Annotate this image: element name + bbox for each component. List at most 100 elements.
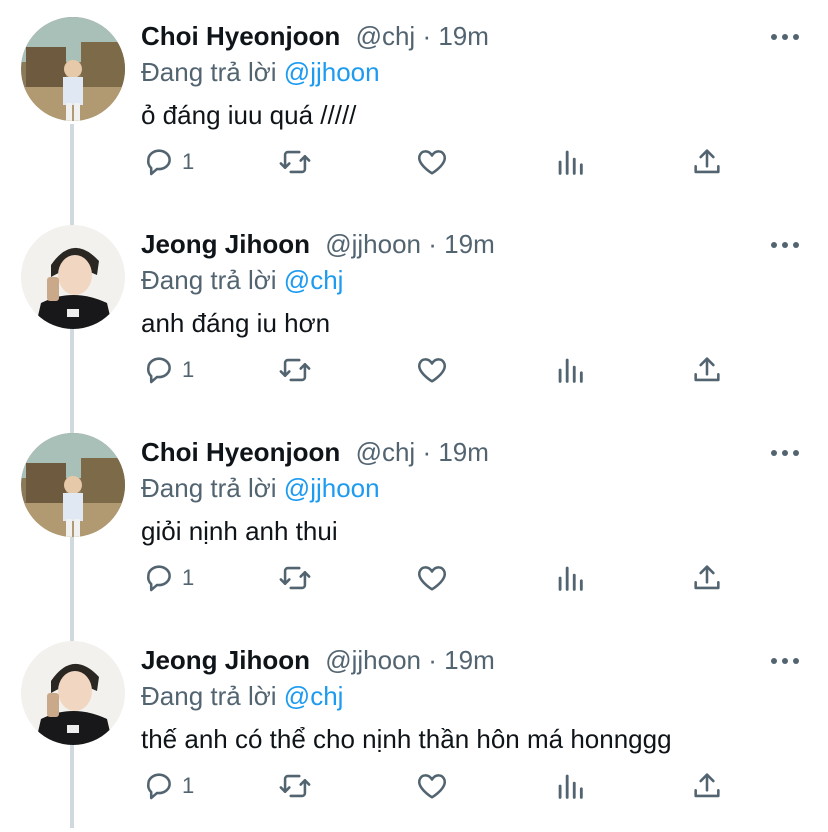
action-bar: 1 xyxy=(0,558,828,598)
tweet-text: anh đáng iu hơn xyxy=(141,308,331,338)
mention-link[interactable]: @chj xyxy=(284,265,344,295)
replying-to: Đang trả lời @jjhoon xyxy=(141,55,380,89)
tweet-text: ỏ đáng iuu quá ///// xyxy=(141,100,357,130)
timestamp[interactable]: 19m xyxy=(444,645,495,675)
share-icon xyxy=(694,565,720,590)
like-button[interactable] xyxy=(415,142,449,182)
heart-icon xyxy=(418,566,446,591)
heart-icon xyxy=(418,358,446,383)
retweet-icon xyxy=(279,150,311,174)
reply-count: 1 xyxy=(182,357,195,382)
like-button[interactable] xyxy=(415,350,449,390)
username[interactable]: @chj xyxy=(356,21,416,51)
display-name[interactable]: Choi Hyeonjoon xyxy=(141,437,340,467)
reply-icon xyxy=(147,565,171,592)
avatar[interactable] xyxy=(21,641,125,745)
tweet-text: giỏi nịnh anh thui xyxy=(141,516,338,546)
share-icon xyxy=(694,773,720,798)
share-icon xyxy=(694,149,720,174)
share-button[interactable] xyxy=(690,558,724,598)
reply-button[interactable]: 1 xyxy=(142,350,194,390)
separator-dot: · xyxy=(422,437,439,467)
avatar[interactable] xyxy=(21,225,125,329)
username[interactable]: @jjhoon xyxy=(325,645,421,675)
views-button[interactable] xyxy=(553,766,587,806)
replying-to: Đang trả lời @jjhoon xyxy=(141,471,380,505)
action-bar: 1 xyxy=(0,766,828,806)
tweet-header: Jeong Jihoon @jjhoon · 19m xyxy=(141,643,495,677)
tweet[interactable]: Choi Hyeonjoon @chj · 19m Đang trả lời @… xyxy=(0,0,828,208)
mention-link[interactable]: @jjhoon xyxy=(284,57,380,87)
retweet-button[interactable] xyxy=(278,558,312,598)
analytics-icon xyxy=(558,150,583,175)
timestamp[interactable]: 19m xyxy=(444,229,495,259)
tweet[interactable]: Jeong Jihoon @jjhoon · 19m Đang trả lời … xyxy=(0,624,828,832)
retweet-button[interactable] xyxy=(278,766,312,806)
reply-count: 1 xyxy=(182,773,195,798)
retweet-button[interactable] xyxy=(278,350,312,390)
avatar[interactable] xyxy=(21,433,125,537)
tweet-header: Choi Hyeonjoon @chj · 19m xyxy=(141,19,489,53)
reply-icon xyxy=(147,773,171,800)
reply-button[interactable]: 1 xyxy=(142,766,194,806)
display-name[interactable]: Jeong Jihoon xyxy=(141,229,310,259)
replying-to-label: Đang trả lời xyxy=(141,681,277,711)
retweet-icon xyxy=(279,358,311,382)
action-bar: 1 xyxy=(0,350,828,390)
replying-to-label: Đang trả lời xyxy=(141,473,277,503)
more-button[interactable] xyxy=(768,230,802,260)
share-button[interactable] xyxy=(690,766,724,806)
reply-count: 1 xyxy=(182,565,195,590)
mention-link[interactable]: @jjhoon xyxy=(284,473,380,503)
views-button[interactable] xyxy=(553,350,587,390)
like-button[interactable] xyxy=(415,558,449,598)
reply-button[interactable]: 1 xyxy=(142,558,194,598)
replying-to: Đang trả lời @chj xyxy=(141,679,343,713)
share-button[interactable] xyxy=(690,142,724,182)
reply-count: 1 xyxy=(182,149,195,174)
more-button[interactable] xyxy=(768,646,802,676)
tweet-header: Jeong Jihoon @jjhoon · 19m xyxy=(141,227,495,261)
display-name[interactable]: Jeong Jihoon xyxy=(141,645,310,675)
replying-to: Đang trả lời @chj xyxy=(141,263,343,297)
more-icon xyxy=(771,34,799,40)
views-button[interactable] xyxy=(553,142,587,182)
tweet-text: thế anh có thể cho nịnh thần hôn má honn… xyxy=(141,724,672,754)
separator-dot: · xyxy=(422,21,439,51)
mention-link[interactable]: @chj xyxy=(284,681,344,711)
analytics-icon xyxy=(558,774,583,799)
more-icon xyxy=(771,450,799,456)
action-bar: 1 xyxy=(0,142,828,182)
reply-icon xyxy=(147,357,171,384)
views-button[interactable] xyxy=(553,558,587,598)
tweet-header: Choi Hyeonjoon @chj · 19m xyxy=(141,435,489,469)
timestamp[interactable]: 19m xyxy=(438,21,489,51)
retweet-icon xyxy=(279,774,311,798)
tweet[interactable]: Jeong Jihoon @jjhoon · 19m Đang trả lời … xyxy=(0,208,828,416)
separator-dot: · xyxy=(428,645,445,675)
analytics-icon xyxy=(558,358,583,383)
timestamp[interactable]: 19m xyxy=(438,437,489,467)
analytics-icon xyxy=(558,566,583,591)
tweet[interactable]: Choi Hyeonjoon @chj · 19m Đang trả lời @… xyxy=(0,416,828,624)
avatar[interactable] xyxy=(21,17,125,121)
replying-to-label: Đang trả lời xyxy=(141,265,277,295)
more-button[interactable] xyxy=(768,22,802,52)
like-button[interactable] xyxy=(415,766,449,806)
more-icon xyxy=(771,242,799,248)
retweet-icon xyxy=(279,566,311,590)
heart-icon xyxy=(418,774,446,799)
heart-icon xyxy=(418,150,446,175)
username[interactable]: @jjhoon xyxy=(325,229,421,259)
more-button[interactable] xyxy=(768,438,802,468)
replying-to-label: Đang trả lời xyxy=(141,57,277,87)
more-icon xyxy=(771,658,799,664)
display-name[interactable]: Choi Hyeonjoon xyxy=(141,21,340,51)
share-icon xyxy=(694,357,720,382)
retweet-button[interactable] xyxy=(278,142,312,182)
reply-button[interactable]: 1 xyxy=(142,142,194,182)
username[interactable]: @chj xyxy=(356,437,416,467)
separator-dot: · xyxy=(428,229,445,259)
share-button[interactable] xyxy=(690,350,724,390)
reply-icon xyxy=(147,149,171,176)
